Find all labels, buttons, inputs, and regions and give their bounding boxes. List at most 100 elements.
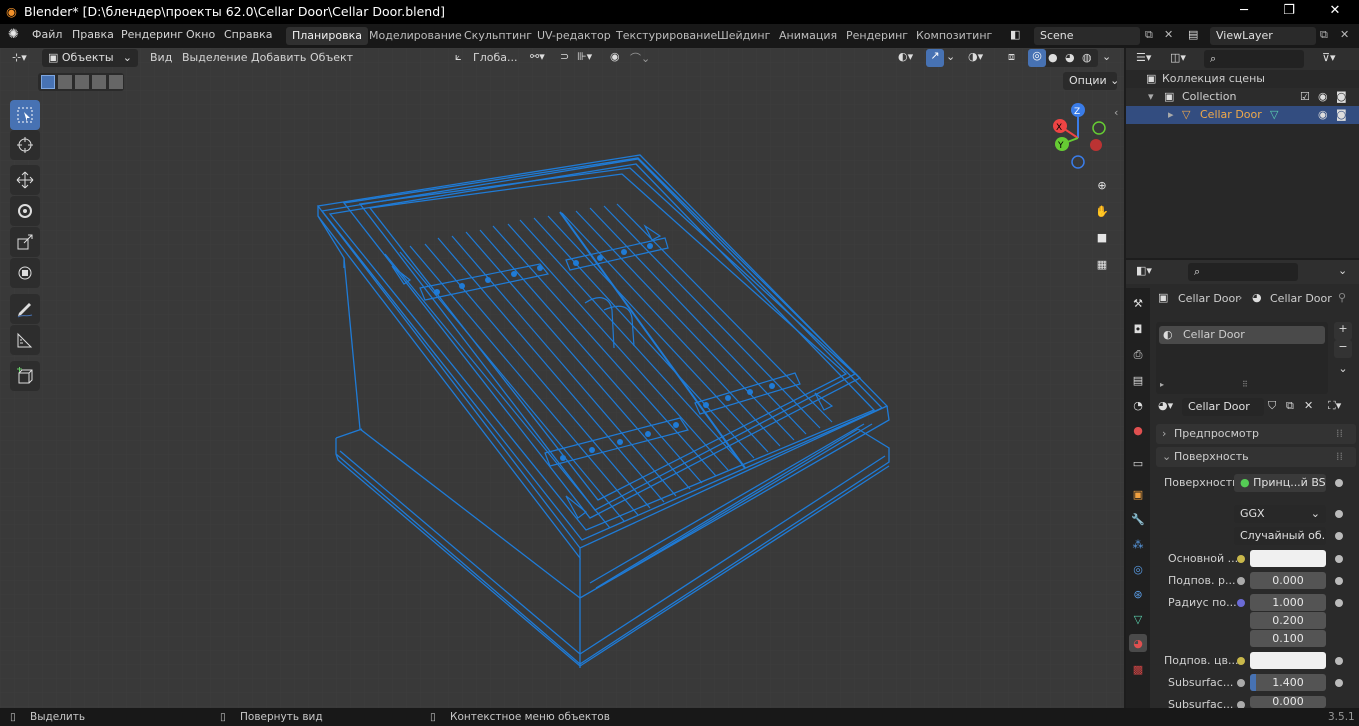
unlink-icon[interactable]: ✕ [1304,399,1313,412]
tab-animation[interactable]: Анимация [773,27,843,45]
tab-shading[interactable]: Шейдинг [711,27,776,45]
tab-modeling[interactable]: Моделирование [363,27,468,45]
animate-dot-icon[interactable] [1335,555,1343,563]
data-tab-icon[interactable]: ▽ [1129,610,1147,628]
material-name-field[interactable]: Cellar Door [1182,398,1264,416]
minimize-button[interactable]: ─ [1221,0,1267,24]
drag-grip-icon[interactable]: ⁞⁞ [1336,427,1343,440]
animate-dot-icon[interactable] [1335,532,1343,540]
add-slot-button[interactable]: + [1334,322,1352,340]
color-socket-icon[interactable] [1237,555,1245,563]
tab-uv-editing[interactable]: UV-редактор [531,27,617,45]
new-scene-icon[interactable]: ⧉ [1145,28,1153,42]
animate-dot-icon[interactable] [1335,679,1343,687]
menu-window[interactable]: Окно [186,28,215,41]
output-tab-icon[interactable]: ⎙ [1129,346,1147,364]
properties-search-input[interactable]: ⌕ [1188,263,1298,281]
close-button[interactable]: ✕ [1312,0,1358,24]
zoom-icon[interactable]: ⊕ [1090,173,1114,197]
camera-icon[interactable]: ■ [1090,225,1114,249]
texture-tab-icon[interactable]: ▩ [1129,660,1147,678]
tab-texture-paint[interactable]: Текстурирование [610,27,723,45]
subsurface-radius-x-field[interactable]: 1.000 [1250,594,1326,611]
animate-dot-icon[interactable] [1335,657,1343,665]
subsurface-anisotropy-field[interactable]: 0.000 [1250,696,1326,708]
navigation-gizmo[interactable]: Z X Y [1044,100,1114,170]
duplicate-icon[interactable]: ⧉ [1286,399,1294,413]
base-color-swatch[interactable] [1250,550,1326,567]
subsurface-color-swatch[interactable] [1250,652,1326,669]
outliner-search-input[interactable]: ⌕ [1204,50,1304,68]
expand-arrow-icon[interactable]: ▸ [1160,380,1164,389]
maximize-button[interactable]: ❐ [1266,0,1312,24]
animate-dot-icon[interactable] [1335,599,1343,607]
animate-dot-icon[interactable] [1335,510,1343,518]
filter-icon[interactable]: ⊽▾ [1322,51,1336,64]
resize-grip-icon[interactable]: ⠿ [1242,380,1248,389]
gizmo-neg-y-icon[interactable] [1092,121,1106,135]
tab-compositing[interactable]: Композитинг [910,27,998,45]
tab-sculpting[interactable]: Скульптинг [458,27,538,45]
constraints-tab-icon[interactable]: ⊛ [1129,585,1147,603]
modifier-tab-icon[interactable]: 🔧 [1129,510,1147,528]
subsurface-radius-y-field[interactable]: 0.200 [1250,612,1326,629]
render-camera-icon[interactable]: ◙ [1336,108,1347,121]
checkbox-icon[interactable]: ☑ [1300,90,1310,103]
delete-scene-icon[interactable]: ✕ [1164,28,1173,41]
slot-menu-chevron-icon[interactable]: ⌄ [1334,362,1352,380]
expand-arrow-icon[interactable]: ▾ [1148,90,1154,103]
collection-tab-icon[interactable]: ▭ [1129,454,1147,472]
subsurface-radius-z-field[interactable]: 0.100 [1250,630,1326,647]
display-mode-icon[interactable]: ◫▾ [1170,51,1186,64]
render-camera-icon[interactable]: ◙ [1336,90,1347,103]
new-view-layer-icon[interactable]: ⧉ [1320,28,1328,42]
panel-preview-header[interactable]: › Предпросмотр ⁞⁞ [1156,424,1356,444]
tab-rendering[interactable]: Рендеринг [840,27,914,45]
animate-dot-icon[interactable] [1335,577,1343,585]
cellar-door-wireframe[interactable] [0,48,1124,708]
fake-user-icon[interactable]: ⛉ [1268,399,1276,413]
render-tab-icon[interactable]: ◘ [1129,320,1147,338]
pan-hand-icon[interactable]: ✋ [1090,199,1114,223]
tab-layout[interactable]: Планировка [286,27,368,45]
menu-edit[interactable]: Правка [72,28,114,41]
animate-dot-icon[interactable] [1335,479,1343,487]
tool-tab-icon[interactable]: ⚒ [1129,294,1147,312]
blender-menu-icon[interactable]: ✺ [8,27,19,42]
material-tab-icon[interactable]: ◕ [1129,634,1147,652]
outliner-row-collection[interactable]: ▾ ▣ Collection ☑ ◉ ◙ [1126,88,1359,106]
gizmo-neg-z-icon[interactable] [1071,155,1085,169]
sidebar-toggle-icon[interactable]: ‹ [1114,106,1118,119]
node-tree-icon[interactable]: ⛶▾ [1328,399,1341,413]
vector-socket-icon[interactable] [1237,599,1245,607]
chevron-down-icon[interactable]: ⌄ [1338,264,1347,277]
outliner-row-object[interactable]: ▸ ▽ Cellar Door ▽ ◉ ◙ [1126,106,1359,124]
editor-type-icon[interactable]: ◧▾ [1136,264,1152,277]
view-layer-tab-icon[interactable]: ▤ [1129,371,1147,389]
eye-icon[interactable]: ◉ [1318,90,1328,103]
menu-help[interactable]: Справка [224,28,272,41]
delete-view-layer-icon[interactable]: ✕ [1340,28,1349,41]
subsurface-ior-field[interactable]: 1.400 [1250,674,1326,691]
eye-icon[interactable]: ◉ [1318,108,1328,121]
pin-icon[interactable]: ⚲ [1338,291,1346,304]
browse-material-icon[interactable]: ◕▾ [1158,399,1173,412]
editor-type-icon[interactable]: ☰▾ [1136,51,1151,64]
color-socket-icon[interactable] [1237,657,1245,665]
subsurface-method-select[interactable]: Случайный об... [1234,527,1326,545]
particles-tab-icon[interactable]: ⁂ [1129,535,1147,553]
scene-field[interactable]: Scene [1034,27,1140,45]
remove-slot-button[interactable]: − [1334,340,1352,358]
menu-file[interactable]: Файл [32,28,62,41]
value-socket-icon[interactable] [1237,577,1245,585]
gizmo-neg-x-icon[interactable] [1090,139,1102,151]
subsurface-weight-field[interactable]: 0.000 [1250,572,1326,589]
world-tab-icon[interactable]: ● [1129,421,1147,439]
drag-grip-icon[interactable]: ⁞⁞ [1336,450,1343,463]
physics-tab-icon[interactable]: ◎ [1129,560,1147,578]
expand-arrow-icon[interactable]: ▸ [1168,108,1174,121]
viewport-3d[interactable]: ⊹▾ ▣ Объекты ⌄ Вид Выделение Добавить Объ… [0,48,1124,708]
scene-tab-icon[interactable]: ◔ [1129,396,1147,414]
view-layer-field[interactable]: ViewLayer [1210,27,1316,45]
outliner-row-scene[interactable]: ▣ Коллекция сцены [1126,70,1359,88]
